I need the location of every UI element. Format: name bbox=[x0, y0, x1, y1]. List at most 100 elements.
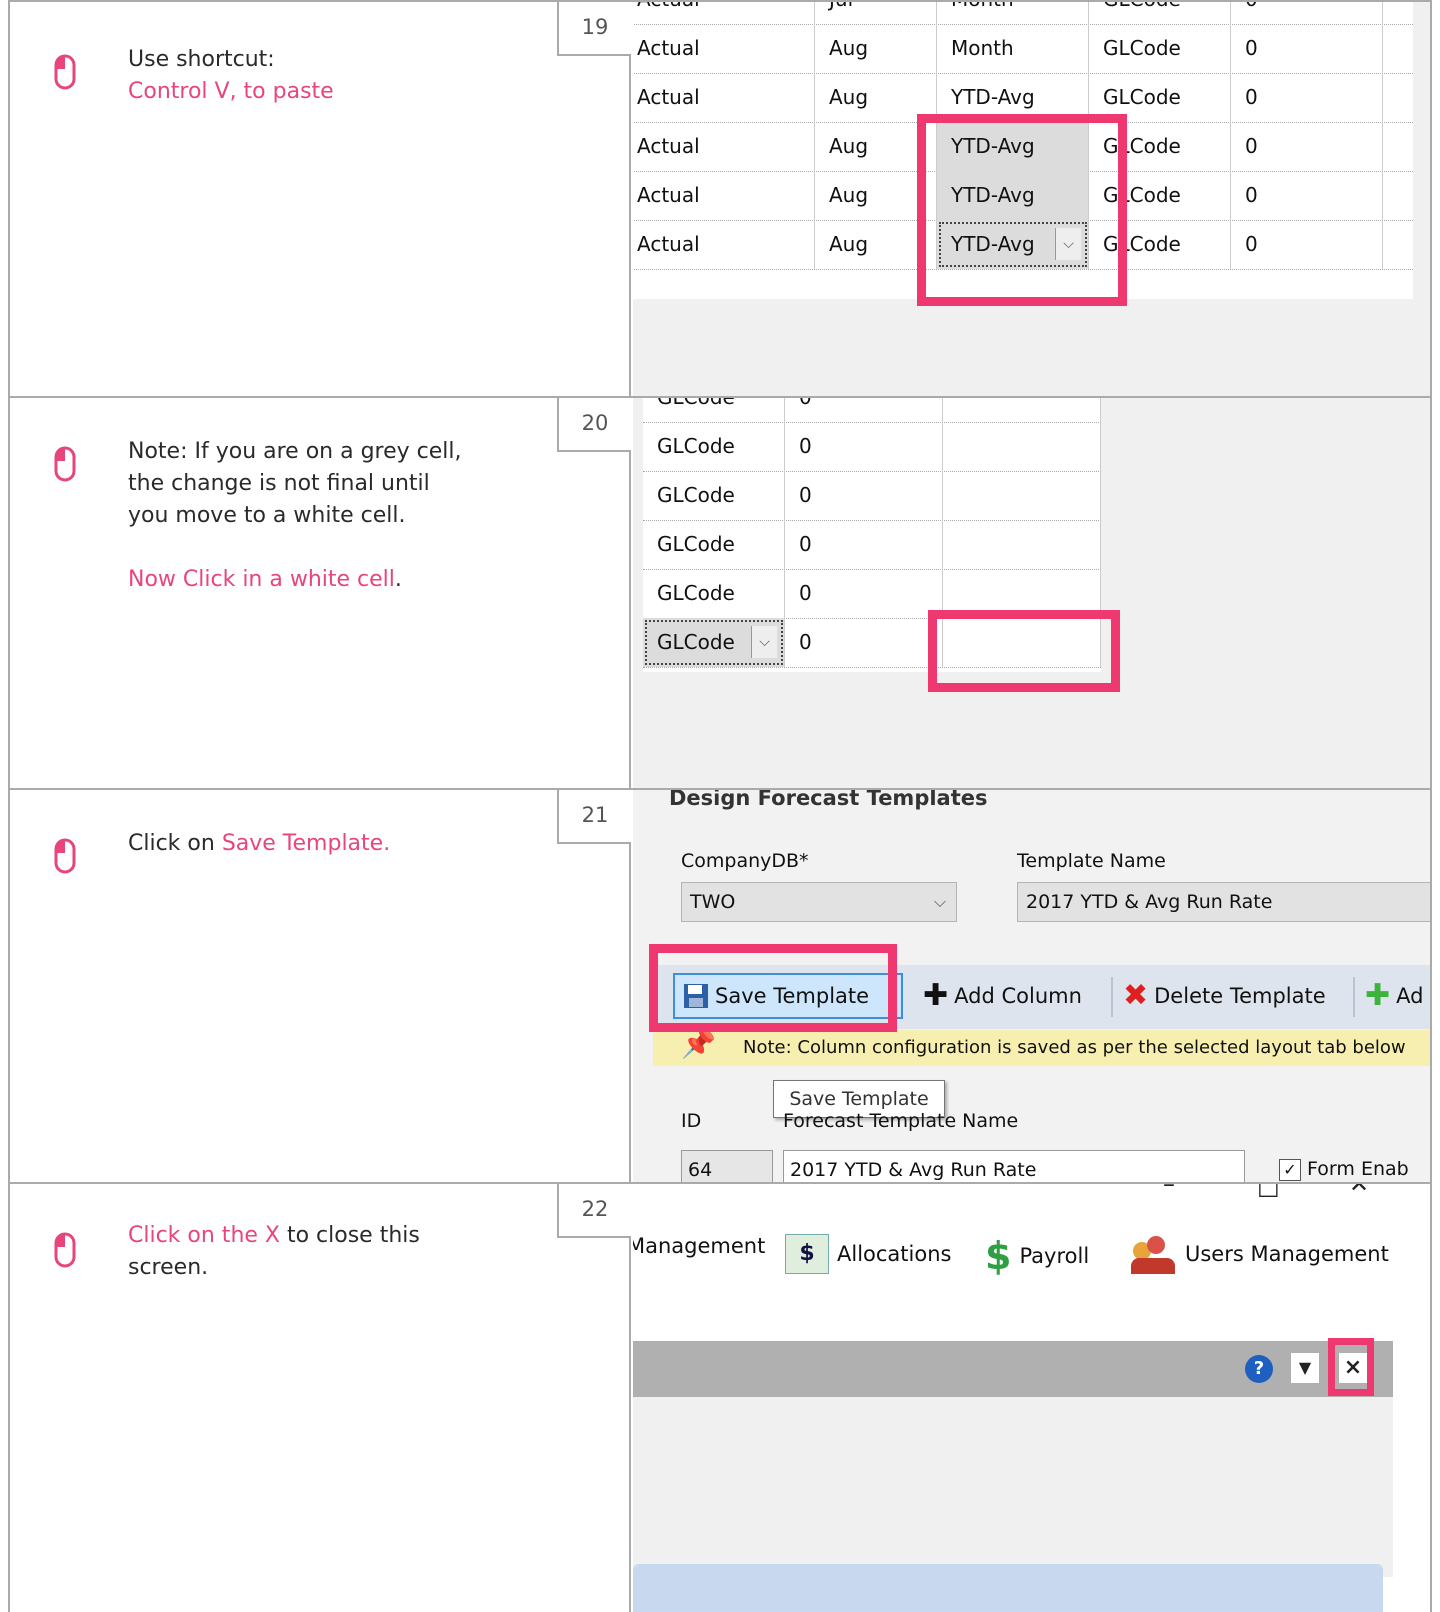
table-cell[interactable]: Actual bbox=[633, 122, 815, 171]
table-cell[interactable]: 0 bbox=[785, 618, 943, 667]
cell-text: Aug bbox=[829, 36, 869, 60]
instruction-text: Note: If you are on a grey cell, the cha… bbox=[128, 436, 462, 596]
cell-text: GLCode bbox=[657, 581, 735, 605]
forecast-template-name-field[interactable]: 2017 YTD & Avg Run Rate bbox=[783, 1150, 1245, 1182]
menu-allocations[interactable]: $ Allocations bbox=[785, 1234, 951, 1274]
table-cell[interactable]: Actual bbox=[633, 171, 815, 220]
table-cell[interactable]: Month bbox=[937, 24, 1089, 73]
maximize-icon[interactable]: □ bbox=[1257, 1184, 1280, 1200]
table-cell[interactable]: Actual bbox=[633, 73, 815, 122]
help-icon[interactable]: ? bbox=[1245, 1355, 1273, 1383]
cell-text: 0 bbox=[1245, 36, 1258, 60]
table-row: GLCode 0 bbox=[643, 520, 1101, 570]
table-cell[interactable] bbox=[943, 471, 1101, 520]
table-cell[interactable]: 0 bbox=[785, 471, 943, 520]
form-enabled-label: Form Enab bbox=[1307, 1158, 1409, 1180]
cell-text: 0 bbox=[1245, 2, 1258, 11]
callout-box bbox=[649, 944, 897, 1032]
table-cell[interactable]: GLCode bbox=[1089, 2, 1231, 24]
table-row: GLCode 0 bbox=[643, 422, 1101, 472]
cell-text: 0 bbox=[1245, 183, 1258, 207]
table-cell[interactable]: Aug bbox=[815, 24, 937, 73]
table-cell[interactable]: 0 bbox=[785, 520, 943, 569]
menu-users-management[interactable]: Users Management bbox=[1131, 1234, 1389, 1274]
menu-payroll[interactable]: $ Payroll bbox=[985, 1234, 1089, 1278]
instruction-highlight: Control V, to paste bbox=[128, 79, 334, 104]
table-cell[interactable]: Month bbox=[937, 2, 1089, 24]
note-text: Note: Column configuration is saved as p… bbox=[743, 1037, 1406, 1058]
table-cell[interactable]: 0 bbox=[785, 569, 943, 618]
chevron-down-icon[interactable]: ⌵ bbox=[751, 626, 777, 658]
cell-text: GLCode bbox=[657, 532, 735, 556]
add-button[interactable]: ✚ Ad bbox=[1365, 973, 1423, 1019]
instruction-highlight: Click on the X bbox=[128, 1223, 280, 1248]
table-cell[interactable]: GLCode bbox=[643, 422, 785, 471]
plus-icon: ✚ bbox=[923, 978, 949, 1013]
add-column-button[interactable]: ✚ Add Column bbox=[923, 973, 1082, 1019]
cell-text: Jul bbox=[829, 2, 853, 11]
table-cell[interactable]: GLCode bbox=[643, 398, 785, 422]
cell-text: 0 bbox=[1245, 85, 1258, 109]
table-cell[interactable]: 0 bbox=[1231, 220, 1383, 269]
table-cell[interactable]: 0 bbox=[1231, 73, 1383, 122]
table-cell[interactable]: 0 bbox=[1231, 122, 1383, 171]
cell-text: Actual bbox=[637, 2, 700, 11]
instruction-text: Use shortcut: Control V, to paste bbox=[128, 44, 334, 108]
close-window-icon[interactable]: ✕ bbox=[1349, 1184, 1369, 1198]
table-cell[interactable] bbox=[943, 398, 1101, 422]
table-cell[interactable]: 0 bbox=[1231, 171, 1383, 220]
cell-text: Month bbox=[951, 2, 1014, 11]
panel-body bbox=[633, 1397, 1393, 1577]
cell-text: Aug bbox=[829, 85, 869, 109]
table-cell[interactable] bbox=[943, 520, 1101, 569]
table-cell[interactable]: GLCode bbox=[643, 520, 785, 569]
instruction-panel: Click on the X to close this screen. 22 bbox=[10, 1184, 631, 1612]
cell-text: GLCode bbox=[657, 483, 735, 507]
content-area bbox=[633, 1564, 1383, 1612]
instruction-line: the change is not final until bbox=[128, 471, 430, 496]
table-row: Actual Jul Month GLCode 0 bbox=[633, 2, 1413, 25]
minimize-icon[interactable]: – bbox=[1163, 1184, 1175, 1198]
table-cell[interactable]: 0 bbox=[1231, 24, 1383, 73]
dropdown-arrow-icon[interactable]: ▼ bbox=[1291, 1353, 1319, 1383]
table-cell[interactable]: GLCode bbox=[643, 569, 785, 618]
company-select[interactable]: TWO ⌵ bbox=[681, 882, 957, 922]
screenshot-grid: GLCode0GLCode0GLCode0GLCode0GLCode0GLCod… bbox=[633, 398, 1430, 788]
template-name-field[interactable]: 2017 YTD & Avg Run Rate bbox=[1017, 882, 1430, 922]
checkbox-checked-icon: ✓ bbox=[1279, 1159, 1301, 1181]
delete-template-button[interactable]: ✖ Delete Template bbox=[1123, 973, 1326, 1019]
table-cell[interactable]: 0 bbox=[1231, 2, 1383, 24]
id-field[interactable]: 64 bbox=[681, 1150, 773, 1182]
chevron-down-icon: ⌵ bbox=[933, 892, 946, 911]
callout-box bbox=[917, 114, 1127, 306]
table-cell[interactable]: Actual bbox=[633, 24, 815, 73]
menu-management[interactable]: Management bbox=[633, 1234, 765, 1258]
instruction-panel: Click on Save Template. 21 bbox=[10, 790, 631, 1182]
mouse-icon bbox=[54, 838, 76, 874]
add-column-label: Add Column bbox=[954, 984, 1082, 1008]
cell-text: 0 bbox=[1245, 232, 1258, 256]
instruction-action: Now Click in a white cell. bbox=[128, 564, 462, 596]
table-cell[interactable]: GLCode ⌵ bbox=[643, 618, 785, 667]
table-cell[interactable]: GLCode bbox=[1089, 24, 1231, 73]
table-cell[interactable]: 0 bbox=[785, 398, 943, 422]
cell-text: Month bbox=[951, 36, 1014, 60]
forecast-template-name-label: Forecast Template Name bbox=[783, 1110, 1019, 1132]
cell-text: GLCode bbox=[1103, 36, 1181, 60]
cell-text: 0 bbox=[799, 630, 812, 654]
cell-text: 0 bbox=[799, 434, 812, 458]
instruction-text: Click on the X to close this screen. bbox=[128, 1220, 420, 1284]
table-cell[interactable]: Actual bbox=[633, 220, 815, 269]
add-button-label: Ad bbox=[1396, 984, 1424, 1008]
table-cell[interactable]: 0 bbox=[785, 422, 943, 471]
callout-box bbox=[1328, 1338, 1374, 1396]
table-cell[interactable]: Jul bbox=[815, 2, 937, 24]
table-cell[interactable]: Actual bbox=[633, 2, 815, 24]
cell-text: GLCode bbox=[1103, 85, 1181, 109]
table-cell[interactable] bbox=[943, 422, 1101, 471]
table-row: GLCode 0 bbox=[643, 398, 1101, 423]
table-cell[interactable]: GLCode bbox=[643, 471, 785, 520]
form-enabled-checkbox[interactable]: ✓ Form Enab bbox=[1279, 1158, 1409, 1181]
cell-text: 0 bbox=[799, 532, 812, 556]
step-21: Click on Save Template. 21 Design Foreca… bbox=[8, 788, 1432, 1182]
